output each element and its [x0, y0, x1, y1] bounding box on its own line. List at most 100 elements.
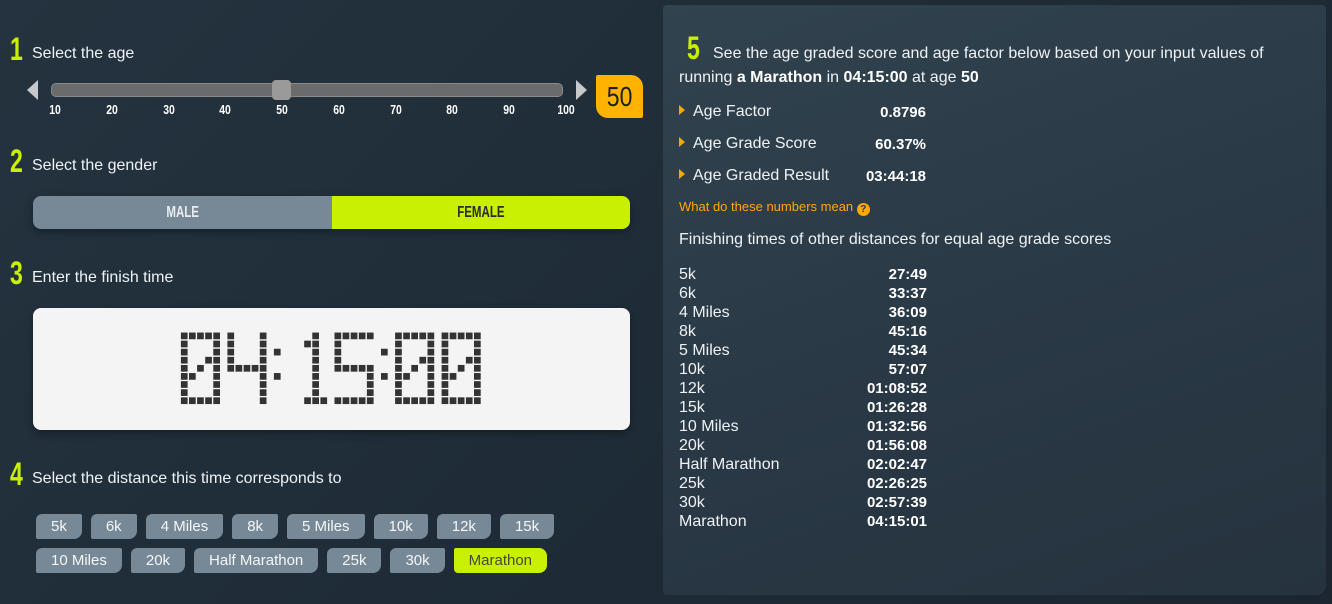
lcd-segment [180, 364, 188, 372]
slider-decrement-arrow-icon[interactable] [27, 80, 38, 100]
distance-button-10k[interactable]: 10k [373, 514, 428, 539]
lcd-segment [395, 381, 402, 388]
slider-tick-label: 70 [389, 102, 402, 117]
slider-tick-label: 60 [333, 102, 345, 117]
lcd-segment [427, 332, 435, 340]
age-value-text: 50 [606, 81, 633, 112]
lcd-segment [474, 348, 481, 356]
equivalent-row: 15k 01:26:28 [679, 398, 929, 417]
lcd-segment [342, 332, 350, 340]
lcd-segment [366, 381, 374, 388]
help-link-text[interactable]: What do these numbers mean [679, 199, 853, 214]
lcd-segment [227, 364, 235, 372]
lcd-segment [381, 373, 388, 380]
lcd-segment [213, 389, 220, 396]
equivalent-time: 01:08:52 [866, 380, 927, 397]
lcd-segment [259, 389, 267, 396]
equivalent-time: 45:34 [888, 342, 927, 359]
metric-age-factor: Age Factor [679, 103, 771, 121]
lcd-segment [403, 332, 410, 340]
lcd-segment [243, 364, 251, 372]
gender-male-label: MALE [165, 203, 199, 221]
lcd-segment [474, 340, 481, 348]
equivalent-time: 01:26:28 [866, 399, 927, 416]
lcd-segment [213, 356, 220, 364]
distance-button-30k[interactable]: 30k [390, 548, 445, 573]
lcd-segment [213, 381, 220, 388]
equivalent-time: 01:56:08 [866, 437, 927, 454]
lcd-segment [320, 397, 328, 405]
lcd-segment [474, 397, 481, 405]
equivalent-distance: 30k [679, 494, 705, 511]
gender-male-button[interactable]: MALE [33, 196, 332, 229]
equivalent-row: 30k 02:57:39 [679, 493, 929, 512]
slider-tick-label: 100 [557, 102, 575, 117]
lcd-segment [259, 364, 267, 372]
intro-in: in [822, 69, 844, 86]
age-slider-track[interactable] [51, 83, 563, 97]
intro-age: 50 [960, 69, 979, 86]
distance-button-10-miles[interactable]: 10 Miles [36, 548, 122, 573]
lcd-segment [465, 356, 473, 364]
lcd-segment [457, 397, 465, 405]
distance-button-5-miles[interactable]: 5 Miles [287, 514, 365, 539]
lcd-segment [334, 348, 342, 356]
equivalent-distance: 25k [679, 475, 705, 492]
finish-time-display[interactable] [33, 308, 630, 430]
distance-button-6k[interactable]: 6k [90, 514, 137, 539]
caret-right-icon [679, 105, 685, 115]
gender-female-button[interactable]: FEMALE [331, 196, 630, 229]
step-number-2: 2 [10, 143, 23, 179]
finish-time-lcd-digits [180, 332, 481, 405]
lcd-segment [474, 373, 481, 380]
slider-increment-arrow-icon[interactable] [576, 80, 587, 100]
lcd-segment [441, 332, 449, 340]
lcd-segment [312, 340, 319, 348]
metric-age-grade-score-value: 60.37% [875, 136, 926, 153]
distance-button-25k[interactable]: 25k [327, 548, 382, 573]
lcd-segment [411, 364, 418, 372]
lcd-segment [427, 381, 435, 388]
distance-button-8k[interactable]: 8k [232, 514, 279, 539]
distance-button-20k[interactable]: 20k [130, 548, 186, 573]
help-link[interactable]: What do these numbers mean ? [679, 199, 870, 216]
lcd-segment [441, 389, 449, 396]
lcd-segment [227, 348, 235, 356]
distance-button-12k[interactable]: 12k [436, 514, 491, 539]
distance-button-5k[interactable]: 5k [36, 514, 82, 539]
results-panel: 5 See the age graded score and age facto… [663, 5, 1326, 595]
lcd-digit [441, 332, 481, 405]
distance-button-15k[interactable]: 15k [499, 514, 555, 539]
age-value-badge: 50 [596, 75, 643, 118]
lcd-segment [366, 332, 374, 340]
distance-button-half-marathon[interactable]: Half Marathon [194, 548, 319, 573]
lcd-segment [180, 356, 188, 364]
lcd-segment [312, 389, 319, 396]
equivalent-row: 25k 02:26:25 [679, 474, 929, 493]
equivalent-row: 10 Miles 01:32:56 [679, 417, 929, 436]
lcd-segment [259, 356, 267, 364]
lcd-segment [441, 340, 449, 348]
question-circle-icon[interactable]: ? [856, 203, 870, 216]
distance-button-4-miles[interactable]: 4 Miles [145, 514, 224, 539]
lcd-segment [427, 356, 435, 364]
lcd-segment [273, 348, 281, 356]
equivalent-time: 02:57:39 [866, 494, 927, 511]
lcd-segment [180, 348, 188, 356]
lcd-segment [213, 340, 220, 348]
lcd-segment [180, 389, 188, 396]
lcd-digit [304, 332, 328, 405]
lcd-segment [395, 356, 402, 364]
intro-at-age: at age [907, 69, 961, 86]
lcd-segment [312, 397, 319, 405]
lcd-segment [180, 373, 188, 380]
age-slider-thumb[interactable] [272, 80, 292, 100]
equivalent-time: 02:02:47 [866, 456, 927, 473]
lcd-segment [259, 373, 267, 380]
lcd-segment [197, 332, 204, 340]
lcd-segment [411, 397, 418, 405]
equivalent-distance: 20k [679, 437, 705, 454]
lcd-segment [180, 340, 188, 348]
distance-button-marathon[interactable]: Marathon [453, 548, 548, 573]
lcd-segment [474, 381, 481, 388]
